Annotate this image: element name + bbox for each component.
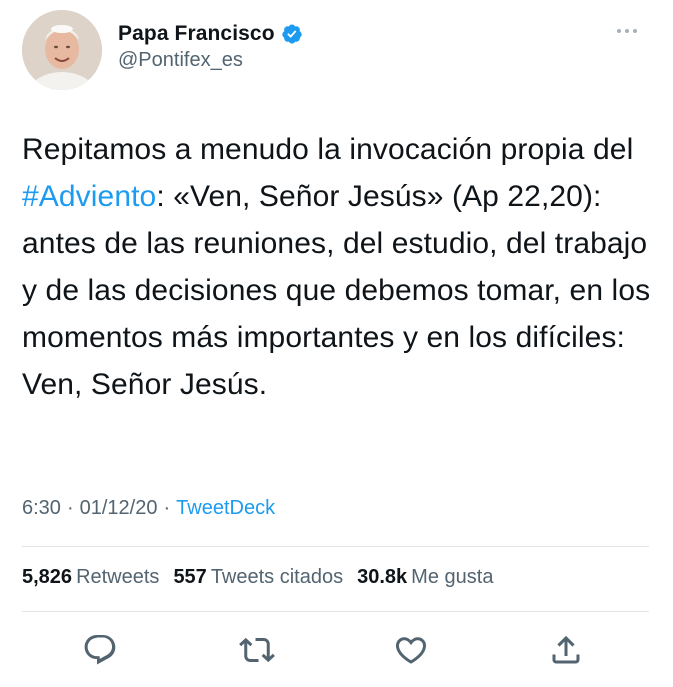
reply-button[interactable] [80,630,120,670]
quotes-label: Tweets citados [210,566,344,588]
tweet-header: Papa Francisco @Pontifex_es [22,10,649,90]
share-icon [552,635,580,664]
quotes-count: 557 [173,566,207,588]
avatar-image [22,10,102,90]
retweets-label: Retweets [76,566,160,588]
retweet-button[interactable] [237,630,277,670]
tweet-actions [0,630,673,670]
share-button[interactable] [546,630,586,670]
divider [22,546,649,547]
display-name[interactable]: Papa Francisco [118,22,275,46]
retweets-stat[interactable]: 5,826 Retweets [22,566,159,589]
tweet-text-part: Repitamos a menudo la invocación propia … [22,133,634,166]
tweet-time[interactable]: 6:30 [22,497,61,520]
tweet-meta: 6:30 · 01/12/20 · TweetDeck [22,497,275,520]
verified-badge-icon [281,23,303,45]
tweet-date[interactable]: 01/12/20 [80,497,158,520]
retweet-icon [239,637,275,663]
tweet-text: Repitamos a menudo la invocación propia … [22,126,662,408]
tweet-text-part: : «Ven, Señor Jesús» (Ap 22,20): antes d… [22,180,651,401]
user-names: Papa Francisco @Pontifex_es [118,22,303,72]
more-dot [617,29,621,33]
meta-separator: · [66,497,74,519]
more-options-icon[interactable] [617,26,645,36]
likes-count: 30.8k [357,566,408,588]
likes-label: Me gusta [411,566,494,588]
more-dot [625,29,629,33]
like-button[interactable] [391,630,431,670]
avatar[interactable] [22,10,102,90]
meta-separator: · [163,497,171,519]
quotes-stat[interactable]: 557 Tweets citados [173,566,343,589]
more-dot [633,29,637,33]
likes-stat[interactable]: 30.8k Me gusta [357,566,493,589]
hashtag-link[interactable]: #Adviento [22,180,156,213]
tweet-source-link[interactable]: TweetDeck [176,497,275,520]
display-name-row: Papa Francisco [118,22,303,46]
tweet-stats: 5,826 Retweets 557 Tweets citados 30.8k Me … [22,566,493,589]
retweets-count: 5,826 [22,566,73,588]
reply-icon [84,635,116,665]
heart-icon [395,637,427,664]
user-handle[interactable]: @Pontifex_es [118,49,303,72]
divider [22,611,649,612]
